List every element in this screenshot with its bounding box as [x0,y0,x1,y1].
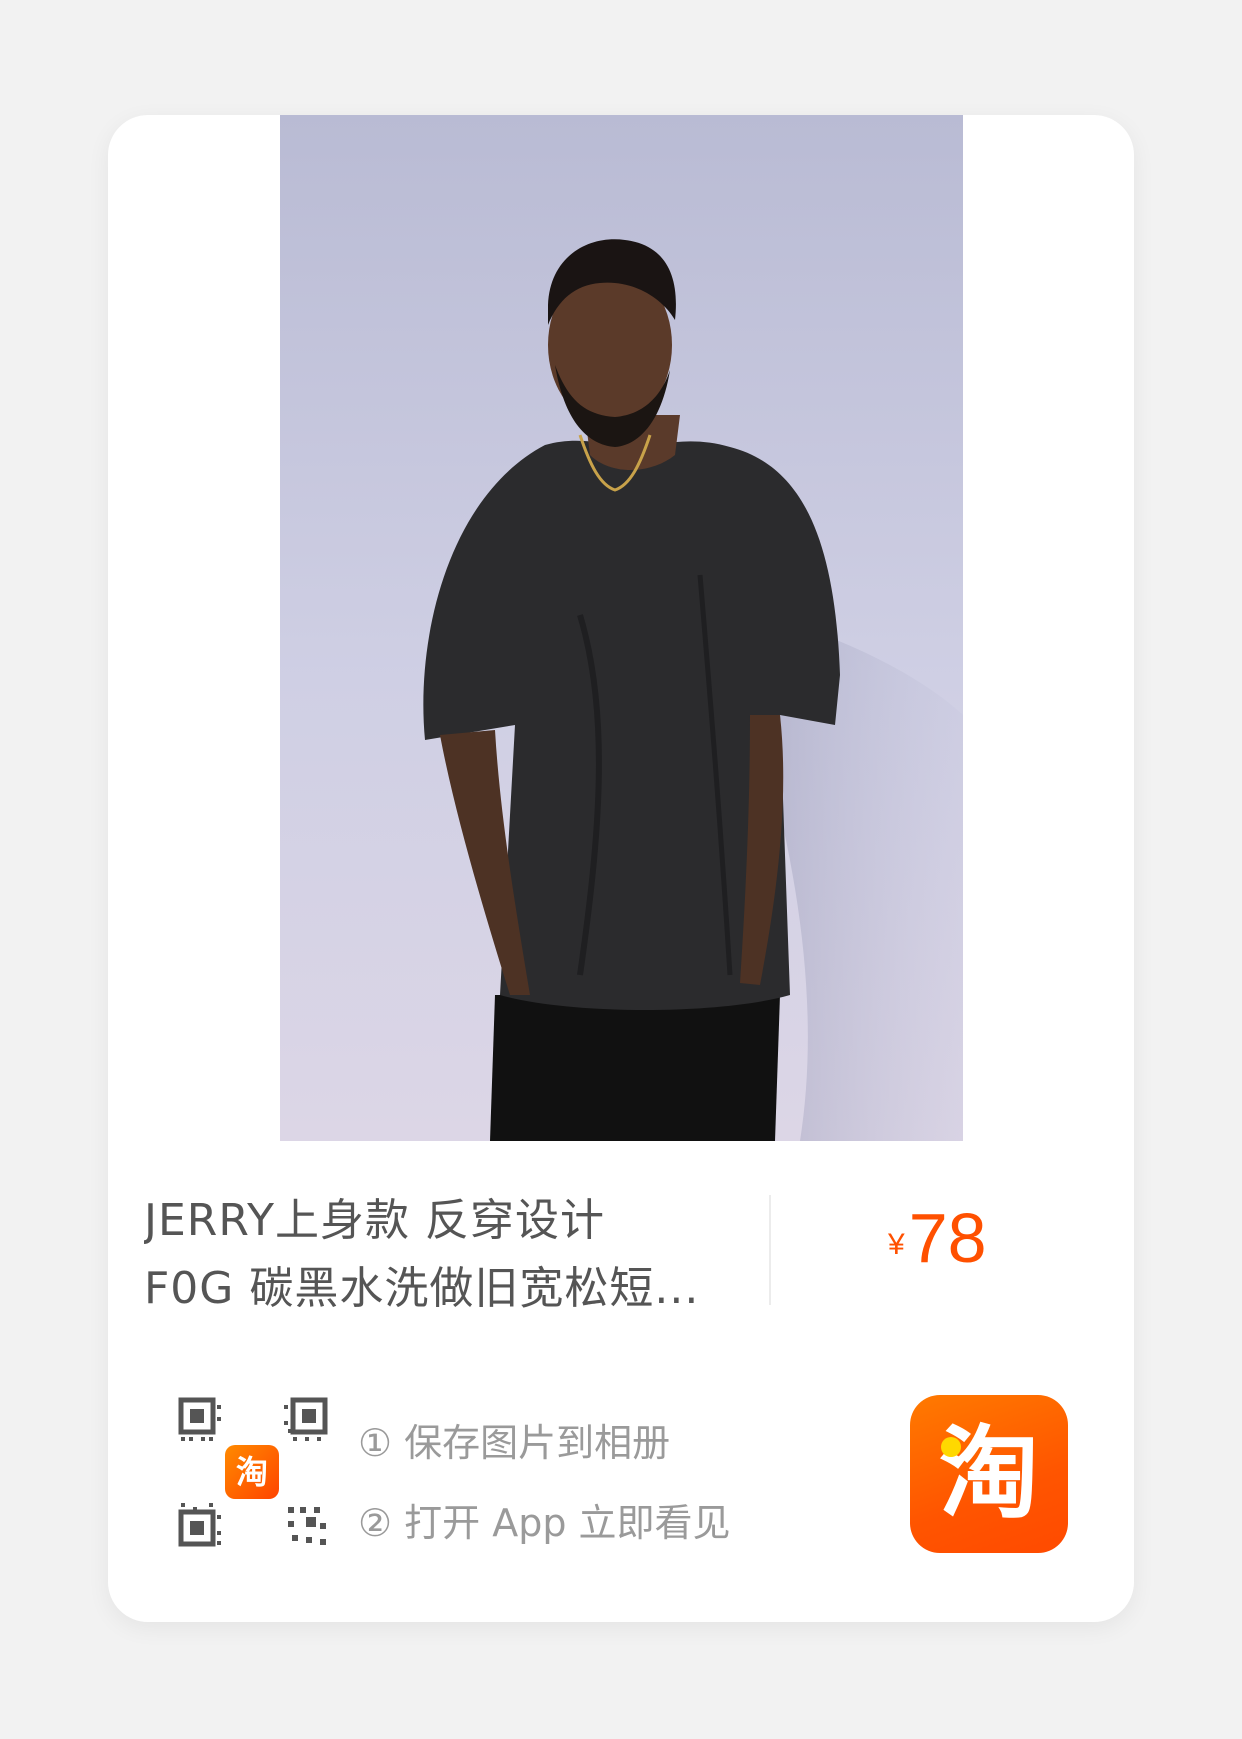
product-price: ¥78 [888,1198,987,1278]
taobao-app-icon[interactable]: 淘 [910,1395,1068,1553]
currency-symbol: ¥ [888,1228,905,1261]
share-instructions: ① 保存图片到相册 ② 打开 App 立即看见 [358,1403,731,1563]
share-card: JERRY上身款 反穿设计 F0G 碳黑水洗做旧宽松短... ¥78 淘 ① 保… [108,115,1134,1622]
price-value: 78 [908,1199,987,1277]
product-photo[interactable] [280,115,963,1141]
product-title-line-1: JERRY上身款 反穿设计 [144,1195,605,1246]
divider [769,1195,771,1305]
taobao-logo-dot [941,1437,961,1457]
taobao-logo-glyph: 淘 [939,1415,1039,1532]
step-save-image: ① 保存图片到相册 [358,1421,671,1465]
product-title[interactable]: JERRY上身款 反穿设计 F0G 碳黑水洗做旧宽松短... [144,1187,744,1323]
qr-taobao-badge-icon: 淘 [225,1445,279,1499]
product-title-line-2: F0G 碳黑水洗做旧宽松短... [144,1263,700,1314]
step-open-app: ② 打开 App 立即看见 [358,1501,731,1545]
